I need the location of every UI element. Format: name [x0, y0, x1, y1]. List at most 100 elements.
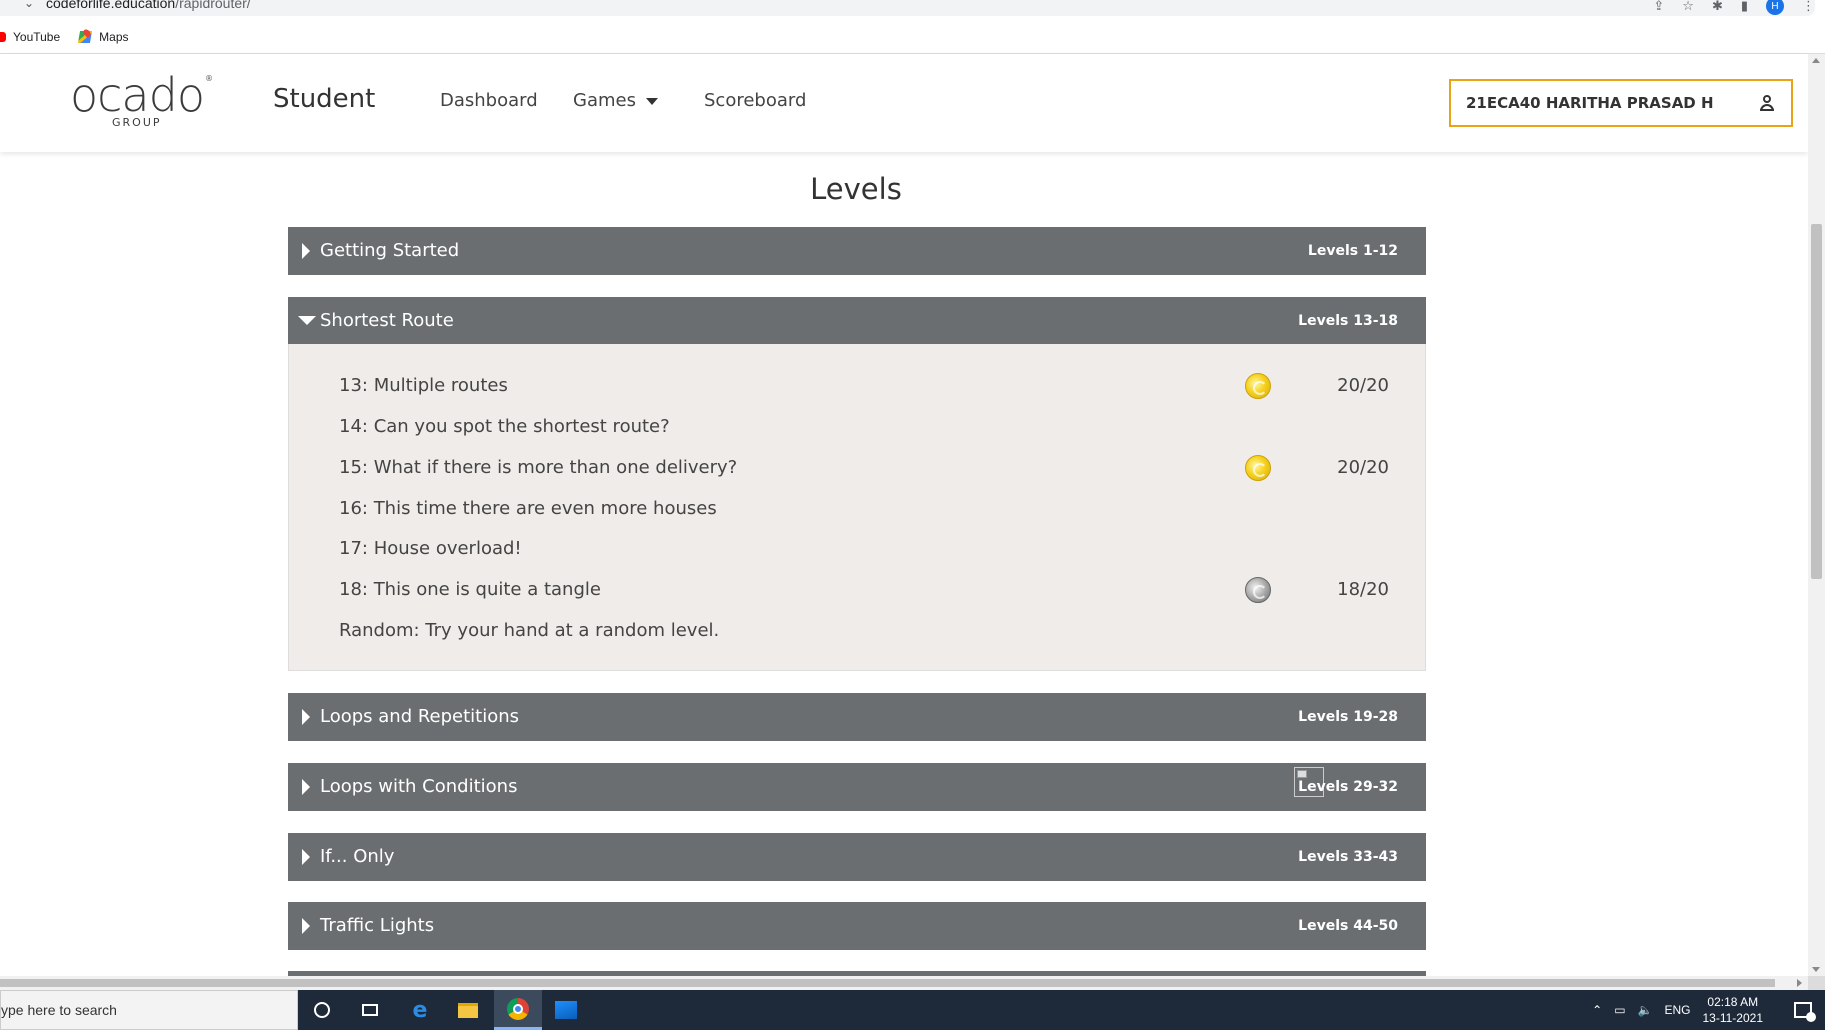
episode-traffic-lights[interactable]: Traffic Lights Levels 44-50 [288, 902, 1426, 950]
photos-icon [555, 1001, 577, 1019]
nav-games[interactable]: Games [573, 90, 658, 111]
scroll-down-arrow-icon[interactable] [1812, 967, 1820, 972]
user-menu-button[interactable]: 21ECA40 HARITHA PRASAD H [1449, 79, 1793, 127]
episode-getting-started[interactable]: Getting Started Levels 1-12 [288, 227, 1426, 275]
extensions-icon[interactable]: ✱ [1712, 0, 1723, 14]
site-header: ocado ® GROUP Student Dashboard Games Sc… [0, 54, 1808, 152]
level-row-13[interactable]: 13: Multiple routes 20/20 [339, 372, 1389, 402]
maps-icon [78, 30, 92, 44]
episode-name: If... Only [320, 846, 395, 867]
episode-loops-with-conditions[interactable]: Loops with Conditions Levels 29-32 [288, 763, 1426, 811]
bookmarks-bar: YouTube Maps [0, 20, 1825, 54]
network-icon[interactable]: ▭ [1614, 1003, 1625, 1017]
profile-avatar[interactable]: H [1766, 0, 1784, 15]
edge-icon: e [412, 997, 428, 1023]
level-score: 20/20 [1337, 457, 1389, 478]
expand-arrow-icon [302, 918, 310, 934]
level-name[interactable]: 14: Can you spot the shortest route? [339, 416, 670, 437]
brand-student: Student [273, 84, 376, 114]
episode-shortest-route[interactable]: Shortest Route Levels 13-18 [288, 297, 1426, 345]
folder-icon [458, 1002, 478, 1018]
scrollbar-corner [1808, 976, 1825, 990]
language-indicator[interactable]: ENG [1664, 1003, 1690, 1017]
expand-arrow-icon [302, 849, 310, 865]
clock-date: 13-11-2021 [1702, 1011, 1764, 1025]
chrome-button[interactable] [494, 990, 542, 1030]
episode-range: Levels 29-32 [1298, 779, 1398, 795]
level-name[interactable]: 13: Multiple routes [339, 375, 508, 396]
episode-name: Shortest Route [320, 310, 454, 331]
photos-button[interactable] [542, 990, 590, 1030]
level-name[interactable]: 16: This time there are even more houses [339, 498, 717, 519]
more-menu-icon[interactable]: ⋮ [1802, 0, 1815, 14]
url-text[interactable]: codeforlife.education/rapidrouter/ [46, 0, 251, 11]
notification-icon [1794, 1002, 1816, 1022]
horizontal-scrollbar[interactable] [0, 976, 1808, 990]
share-icon[interactable]: ⇪ [1653, 0, 1664, 14]
clock[interactable]: 02:18 AM 13-11-2021 [1703, 994, 1764, 1026]
collapse-arrow-icon [298, 316, 316, 325]
level-row-random[interactable]: Random: Try your hand at a random level. [339, 617, 1389, 647]
browser-toolbar: ⌄ codeforlife.education/rapidrouter/ ⇪ ☆… [0, 0, 1825, 20]
gold-medal-icon [1245, 373, 1271, 399]
clock-time: 02:18 AM [1707, 995, 1759, 1009]
scroll-up-arrow-icon[interactable] [1812, 58, 1820, 63]
expand-arrow-icon [302, 779, 310, 795]
chevron-down-icon: ⌄ [24, 0, 35, 10]
url-path: /rapidrouter/ [175, 0, 251, 11]
level-row-14[interactable]: 14: Can you spot the shortest route? [339, 413, 1389, 443]
taskbar-search-box[interactable]: ype here to search [0, 990, 298, 1030]
nav-dashboard[interactable]: Dashboard [440, 90, 538, 111]
reading-list-icon[interactable]: ▮ [1741, 0, 1748, 14]
level-name[interactable]: 17: House overload! [339, 538, 522, 559]
logo-subtitle: GROUP [112, 116, 162, 129]
bookmark-label: Maps [99, 29, 129, 44]
nav-scoreboard[interactable]: Scoreboard [704, 90, 806, 111]
bookmark-youtube[interactable]: YouTube [0, 30, 60, 44]
levels-list: 13: Multiple routes 20/20 14: Can you sp… [288, 344, 1426, 671]
level-name[interactable]: Random: Try your hand at a random level. [339, 620, 719, 641]
registered-mark: ® [205, 74, 213, 83]
logo-word: ocado [70, 68, 205, 122]
bookmark-maps[interactable]: Maps [78, 30, 128, 44]
episode-range: Levels 44-50 [1298, 918, 1398, 934]
level-name[interactable]: 18: This one is quite a tangle [339, 579, 601, 600]
scroll-thumb[interactable] [1811, 224, 1822, 579]
level-score: 18/20 [1337, 579, 1389, 600]
level-row-15[interactable]: 15: What if there is more than one deliv… [339, 454, 1389, 484]
chevron-up-icon[interactable]: ⌃ [1592, 1003, 1602, 1017]
level-name[interactable]: 15: What if there is more than one deliv… [339, 457, 737, 478]
star-icon[interactable]: ☆ [1682, 0, 1694, 14]
user-name: 21ECA40 HARITHA PRASAD H [1466, 94, 1714, 112]
chrome-icon [507, 997, 529, 1020]
level-row-18[interactable]: 18: This one is quite a tangle 18/20 [339, 576, 1389, 606]
user-icon [1759, 95, 1775, 111]
file-explorer-button[interactable] [444, 990, 492, 1030]
ocado-logo[interactable]: ocado ® GROUP [70, 72, 220, 134]
episode-name: Loops with Conditions [320, 776, 518, 797]
vertical-scrollbar[interactable] [1808, 54, 1825, 976]
episode-name: Traffic Lights [320, 915, 435, 936]
expand-arrow-icon [302, 243, 310, 259]
level-row-17[interactable]: 17: House overload! [339, 535, 1389, 565]
episode-name: Loops and Repetitions [320, 706, 520, 727]
task-view-button[interactable] [346, 990, 394, 1030]
caret-down-icon [645, 98, 658, 105]
gold-medal-icon [1245, 455, 1271, 481]
cortana-button[interactable] [298, 990, 346, 1030]
episode-range: Levels 13-18 [1298, 313, 1398, 329]
episode-name: Getting Started [320, 240, 460, 261]
level-row-16[interactable]: 16: This time there are even more houses [339, 495, 1389, 525]
silver-medal-icon [1245, 577, 1271, 603]
address-bar[interactable]: ⌄ codeforlife.education/rapidrouter/ [0, 0, 1815, 16]
scroll-right-arrow-icon[interactable] [1797, 979, 1802, 987]
episode-if-only[interactable]: If... Only Levels 33-43 [288, 833, 1426, 881]
action-center-button[interactable] [1781, 990, 1825, 1030]
speaker-muted-icon[interactable]: 🔈 [1638, 1003, 1653, 1017]
level-score: 20/20 [1337, 375, 1389, 396]
scroll-thumb[interactable] [0, 979, 1775, 987]
edge-button[interactable]: e [396, 990, 444, 1030]
episode-loops-and-repetitions[interactable]: Loops and Repetitions Levels 19-28 [288, 693, 1426, 741]
system-tray: ⌃ ▭ 🔈 ENG 02:18 AM 13-11-2021 [1592, 990, 1825, 1030]
nav-games-label: Games [573, 90, 636, 111]
